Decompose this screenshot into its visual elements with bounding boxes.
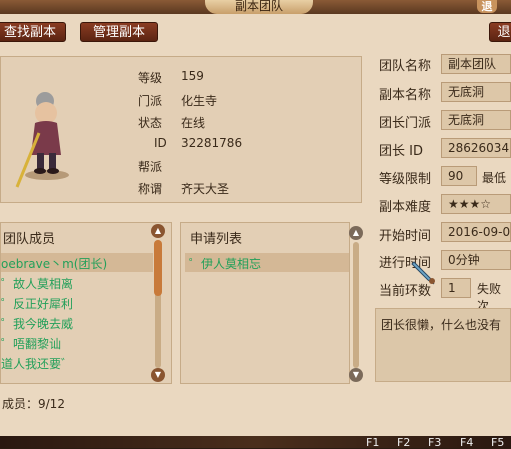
members-scroll-down-button[interactable]: ▼ [151,368,165,382]
applications-scroll-down-button[interactable]: ▼ [349,368,363,382]
applications-scroll-up-button[interactable]: ▲ [349,226,363,240]
team-name-label: 团队名称 [379,59,432,74]
team-notice-text: 团长很懒，什么也没有 [381,318,502,332]
elapsed-time-field: 0分钟 [441,250,511,270]
guild-label: 帮派 [138,160,163,174]
member-row[interactable]: ゜反正好犀利 [1,295,73,312]
hotkey-f1[interactable]: F1 [366,436,379,449]
team-members-header: 团队成员 [3,232,56,247]
id-label: ID [154,136,167,150]
dungeon-name-field: 无底洞 [441,82,511,102]
applications-header: 申请列表 [190,232,243,247]
back-button[interactable]: 退 [489,22,511,42]
members-scrollbar-thumb[interactable] [154,240,162,296]
status-value: 在线 [181,116,206,130]
member-row[interactable]: ゜故人莫相离 [1,275,73,292]
leader-school-label: 团长门派 [379,116,432,131]
current-ring-field: 1 [441,278,471,298]
manage-dungeon-button[interactable]: 管理副本 [80,22,158,42]
start-time-label: 开始时间 [379,229,432,244]
team-members-list: 团队成员 oebrave丶m(团长) ゜故人莫相离 ゜反正好犀利 ゜我今晚去威 … [0,222,172,384]
school-label: 门派 [138,94,163,108]
team-name-field: 副本团队 [441,54,511,74]
level-label: 等级 [138,71,163,85]
members-scroll-up-button[interactable]: ▲ [151,224,165,238]
dungeon-name-label: 副本名称 [379,88,432,103]
leader-school-field: 无底洞 [441,110,511,130]
start-time-field: 2016-09-0 [441,222,511,242]
hotkey-f4[interactable]: F4 [460,436,473,449]
leader-id-label: 团长 ID [379,144,423,159]
title-label: 称谓 [138,182,163,196]
member-row[interactable]: ゜唔翻黎讪 [1,335,61,352]
team-notice-box[interactable]: 团长很懒，什么也没有 [375,308,511,382]
member-row[interactable]: oebrave丶m(团长) [1,255,107,272]
member-row[interactable]: ゜我今晚去威 [1,315,73,332]
character-portrait [15,92,69,188]
level-limit-field: 90 [441,166,477,186]
applications-scrollbar-track[interactable] [353,242,359,368]
status-label: 状态 [138,116,163,130]
leader-id-field: 28626034 [441,138,511,158]
id-value: 32281786 [181,136,243,150]
member-count: 成员：9/12 [2,397,65,411]
member-row[interactable]: 道人我还要゛ [1,355,73,372]
close-button[interactable]: 退 [477,0,497,13]
team-dungeon-panel: 副本团队 退 查找副本 管理副本 退 等级 159 门派 化生寺 状态 在线 I… [0,0,511,436]
find-dungeon-button[interactable]: 查找副本 [0,22,66,42]
sword-cursor-icon [411,261,435,285]
title-value: 齐天大圣 [181,182,230,196]
difficulty-stars: ★★★☆ [441,194,511,214]
applications-list: 申请列表 ゜伊人莫相忘 [180,222,350,384]
window-title: 副本团队 [205,0,313,14]
hotkey-f5[interactable]: F5 [491,436,504,449]
level-limit-label: 等级限制 [379,172,432,187]
application-row[interactable]: ゜伊人莫相忘 [189,255,261,272]
school-value: 化生寺 [181,94,218,108]
hotkey-f2[interactable]: F2 [397,436,410,449]
difficulty-label: 副本难度 [379,200,432,215]
level-value: 159 [181,69,204,83]
hotkey-f3[interactable]: F3 [428,436,441,449]
level-limit-suffix: 最低 [482,171,507,185]
character-info-box: 等级 159 门派 化生寺 状态 在线 ID 32281786 帮派 称谓 齐天… [0,56,362,203]
